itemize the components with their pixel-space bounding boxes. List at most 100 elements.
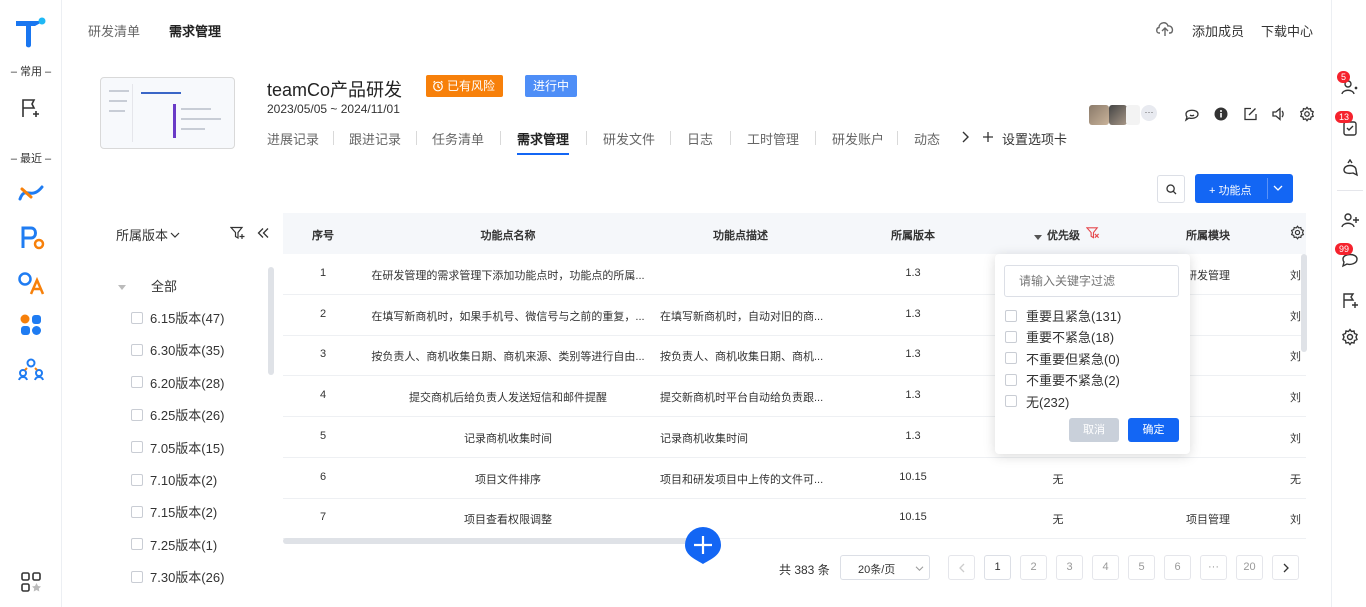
version-checkbox[interactable] bbox=[131, 505, 143, 518]
version-item[interactable]: 7.05版本(15) bbox=[131, 438, 224, 457]
version-item[interactable]: 7.10版本(2) bbox=[131, 470, 217, 489]
upload-cloud-icon[interactable] bbox=[1155, 19, 1175, 40]
gear-icon[interactable] bbox=[1299, 106, 1315, 125]
add-member-button[interactable]: 添加成员 bbox=[1192, 21, 1244, 40]
info-icon[interactable] bbox=[1214, 107, 1228, 124]
topnav-item-dev-list[interactable]: 研发清单 bbox=[88, 21, 140, 40]
page-button[interactable]: 5 bbox=[1128, 555, 1155, 580]
tab-requirements[interactable]: 需求管理 bbox=[517, 129, 569, 148]
column-settings-gear-icon[interactable] bbox=[1290, 225, 1305, 243]
flag-add-icon[interactable] bbox=[19, 96, 43, 123]
page-button[interactable]: 6 bbox=[1164, 555, 1191, 580]
member-avatar[interactable] bbox=[1089, 105, 1109, 125]
member-avatar[interactable] bbox=[1126, 105, 1140, 125]
topnav-item-requirements[interactable]: 需求管理 bbox=[169, 21, 221, 40]
version-item[interactable]: 7.30版本(26) bbox=[131, 567, 224, 586]
version-checkbox[interactable] bbox=[131, 408, 143, 421]
feedback-icon[interactable] bbox=[1341, 158, 1359, 180]
tab-activity[interactable]: 动态 bbox=[914, 129, 940, 148]
page-size-select[interactable]: 20条/页 bbox=[840, 555, 930, 580]
version-panel-title[interactable]: 所属版本 bbox=[116, 225, 180, 244]
risk-badge[interactable]: 已有风险 bbox=[426, 75, 504, 97]
version-checkbox[interactable] bbox=[131, 343, 143, 356]
filter-option-checkbox[interactable] bbox=[1005, 395, 1017, 408]
version-item[interactable]: 6.30版本(35) bbox=[131, 340, 224, 359]
status-badge[interactable]: 进行中 bbox=[525, 75, 578, 97]
page-button[interactable]: 2 bbox=[1020, 555, 1047, 580]
more-members-button[interactable]: ··· bbox=[1141, 105, 1157, 121]
app-po-icon[interactable] bbox=[19, 224, 45, 253]
app-grid-icon[interactable] bbox=[19, 313, 43, 340]
flag-add-icon[interactable] bbox=[1341, 291, 1359, 312]
app-logo[interactable] bbox=[13, 14, 47, 51]
filter-option-checkbox[interactable] bbox=[1005, 352, 1017, 365]
filter-add-icon[interactable] bbox=[229, 226, 245, 243]
filter-option[interactable]: 不重要不紧急(2) bbox=[1005, 370, 1120, 389]
filter-confirm-button[interactable]: 确定 bbox=[1128, 418, 1179, 442]
filter-option[interactable]: 不重要但紧急(0) bbox=[1005, 349, 1120, 368]
filter-option-checkbox[interactable] bbox=[1005, 373, 1017, 386]
tab-followup[interactable]: 跟进记录 bbox=[349, 129, 401, 148]
gear-icon[interactable] bbox=[1341, 328, 1359, 349]
tab-progress[interactable]: 进展记录 bbox=[267, 129, 319, 148]
chevron-right-icon[interactable] bbox=[960, 130, 970, 147]
tab-worktime[interactable]: 工时管理 bbox=[747, 129, 799, 148]
add-contact-icon[interactable] bbox=[1341, 211, 1359, 232]
tab-log[interactable]: 日志 bbox=[687, 129, 713, 148]
add-feature-button[interactable]: + 功能点 bbox=[1195, 174, 1293, 203]
app-team-icon[interactable] bbox=[18, 357, 44, 384]
page-button[interactable]: 1 bbox=[984, 555, 1011, 580]
filter-option-checkbox[interactable] bbox=[1005, 309, 1017, 322]
version-checkbox[interactable] bbox=[131, 376, 143, 389]
horizontal-scrollbar[interactable] bbox=[283, 538, 703, 544]
page-button[interactable]: 20 bbox=[1236, 555, 1263, 580]
filter-keyword-input[interactable] bbox=[1004, 265, 1179, 297]
vertical-scrollbar[interactable] bbox=[1301, 254, 1307, 352]
version-item[interactable]: 6.20版本(28) bbox=[131, 373, 224, 392]
all-apps-icon[interactable] bbox=[20, 571, 42, 596]
version-checkbox[interactable] bbox=[131, 441, 143, 454]
chevron-down-icon[interactable] bbox=[1273, 184, 1283, 192]
download-center-button[interactable]: 下载中心 bbox=[1261, 21, 1313, 40]
comment-icon[interactable] bbox=[1184, 106, 1200, 125]
version-checkbox[interactable] bbox=[131, 538, 143, 551]
member-avatar[interactable] bbox=[1109, 105, 1127, 125]
filter-cancel-button[interactable]: 取消 bbox=[1069, 418, 1119, 442]
filter-option-checkbox[interactable] bbox=[1005, 330, 1017, 343]
tab-files[interactable]: 研发文件 bbox=[603, 129, 655, 148]
project-thumbnail[interactable] bbox=[100, 77, 235, 149]
version-item[interactable]: 6.25版本(26) bbox=[131, 405, 224, 424]
version-item[interactable]: 6.15版本(47) bbox=[131, 308, 224, 327]
version-checkbox[interactable] bbox=[131, 473, 143, 486]
version-item-all[interactable]: 全部 bbox=[151, 276, 177, 295]
filter-option[interactable]: 重要不紧急(18) bbox=[1005, 327, 1114, 346]
version-checkbox[interactable] bbox=[131, 570, 143, 583]
page-button[interactable]: 4 bbox=[1092, 555, 1119, 580]
caret-down-icon[interactable] bbox=[118, 280, 126, 294]
prev-page-button[interactable] bbox=[948, 555, 975, 580]
search-button[interactable] bbox=[1157, 175, 1185, 203]
version-checkbox[interactable] bbox=[131, 311, 143, 324]
collapse-panel-icon[interactable] bbox=[257, 227, 269, 242]
floating-add-button[interactable] bbox=[685, 527, 721, 565]
app-link-icon[interactable] bbox=[17, 181, 45, 208]
plus-icon[interactable] bbox=[982, 131, 994, 146]
next-page-button[interactable] bbox=[1272, 555, 1299, 580]
tab-tasks[interactable]: 任务清单 bbox=[432, 129, 484, 148]
tab-settings[interactable]: 设置选项卡 bbox=[1002, 129, 1067, 148]
filter-option[interactable]: 无(232) bbox=[1005, 392, 1069, 411]
table-row[interactable]: 7 项目查看权限调整 10.15 无 项目管理 刘 bbox=[283, 498, 1306, 540]
version-item[interactable]: 7.25版本(1) bbox=[131, 535, 217, 554]
tab-accounts[interactable]: 研发账户 bbox=[832, 129, 884, 148]
filter-active-icon[interactable] bbox=[1085, 226, 1100, 243]
edit-icon[interactable] bbox=[1243, 107, 1257, 124]
filter-option[interactable]: 重要且紧急(131) bbox=[1005, 306, 1121, 325]
col-header-priority[interactable]: 优先级 bbox=[1047, 227, 1080, 243]
version-scrollbar[interactable] bbox=[268, 267, 274, 375]
version-item[interactable]: 7.15版本(2) bbox=[131, 502, 217, 521]
app-oa-icon[interactable] bbox=[17, 270, 45, 299]
speaker-icon[interactable] bbox=[1271, 106, 1287, 125]
table-row[interactable]: 6 项目文件排序 项目和研发项目中上传的文件可... 10.15 无 无 bbox=[283, 458, 1306, 499]
sort-caret-icon[interactable] bbox=[1034, 230, 1042, 244]
page-button[interactable]: 3 bbox=[1056, 555, 1083, 580]
